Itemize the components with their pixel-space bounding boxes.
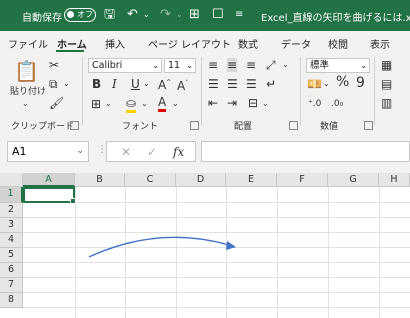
paste-dropdown-icon[interactable]: ⌄	[22, 97, 29, 111]
underline-button[interactable]: U	[131, 77, 140, 91]
number-launcher-icon[interactable]	[364, 121, 373, 130]
tab-review[interactable]: 校閲	[328, 36, 348, 51]
merge-dropdown-icon[interactable]: ⌄	[262, 97, 269, 111]
align-right-icon[interactable]: ☰	[246, 77, 257, 91]
customize-toolbar-icon[interactable]: ≡	[235, 7, 243, 23]
undo-icon[interactable]: ↶	[127, 7, 138, 23]
autosave-label: 自動保存	[22, 13, 62, 24]
title-bar: 自動保存 オフ 🖫 ↶ ⌄ ↷ ⌄ ⊞ ☐ ≡ Excel_直線の矢印を曲げるに…	[0, 0, 410, 31]
shrink-font-icon[interactable]: Aˇ	[177, 77, 188, 93]
name-box[interactable]: A1 ⌄	[7, 141, 89, 162]
number-format-value: 標準	[310, 60, 330, 71]
formula-buttons: ✕ ✓ fx	[106, 141, 196, 162]
borders-icon[interactable]: ⊞	[91, 97, 101, 111]
orientation-icon[interactable]: ⤢	[266, 58, 276, 72]
font-name-value: Calibri	[92, 60, 123, 71]
tab-page-layout[interactable]: ページ レイアウト	[148, 36, 231, 51]
alignment-launcher-icon[interactable]	[289, 121, 298, 130]
accounting-format-icon[interactable]: 💴	[307, 77, 322, 91]
decrease-indent-icon[interactable]: ⇤	[208, 96, 218, 110]
tab-data[interactable]: データ	[281, 36, 311, 51]
arrowhead	[226, 241, 236, 250]
bold-button[interactable]: B	[92, 77, 101, 91]
italic-button[interactable]: I	[112, 77, 117, 91]
ribbon: 📋 貼り付け ⌄ ✂ ⧉ ⌄ 🖌 クリップボード Calibri ⌄ 11 ⌄ …	[0, 53, 410, 132]
toggle-state-label: オフ	[77, 10, 93, 19]
redo-icon[interactable]: ↷	[160, 7, 171, 23]
cut-icon[interactable]: ✂	[49, 58, 59, 72]
toggle-knob	[67, 11, 74, 18]
font-size-select[interactable]: 11 ⌄	[164, 58, 196, 73]
wrap-text-icon[interactable]: ↵	[266, 77, 276, 91]
fill-color-dropdown-icon[interactable]: ⌄	[141, 97, 148, 111]
tab-file[interactable]: ファイル	[8, 36, 48, 51]
tab-insert[interactable]: 挿入	[105, 36, 125, 51]
merge-center-icon[interactable]: ⊟	[248, 96, 258, 110]
percent-style-button[interactable]: %	[336, 75, 349, 89]
enter-icon[interactable]: ✓	[147, 144, 157, 160]
autosave-toggle[interactable]: オフ	[64, 8, 96, 22]
increase-decimal-icon[interactable]: ⁺.0	[308, 97, 321, 111]
tab-home[interactable]: ホーム	[57, 36, 87, 51]
accounting-dropdown-icon[interactable]: ⌄	[323, 77, 330, 91]
worksheet-grid[interactable]: A B C D E F G H 1 2 3 4 5 6 7 8	[0, 173, 410, 318]
chevron-down-icon: ⌄	[152, 61, 159, 70]
redo-dropdown-icon[interactable]: ⌄	[176, 7, 183, 23]
fill-color-icon[interactable]: ⛀	[126, 96, 137, 113]
cancel-icon[interactable]: ✕	[121, 144, 131, 160]
curved-arrow-line[interactable]	[88, 236, 230, 258]
group-divider	[82, 57, 83, 125]
top-align-icon[interactable]: ≡	[208, 58, 218, 72]
clipboard-launcher-icon[interactable]	[70, 121, 79, 130]
align-center-icon[interactable]: ☰	[227, 77, 238, 91]
bottom-align-icon[interactable]: ≡	[246, 58, 256, 72]
document-title: Excel_直線の矢印を曲げるには.xlsx	[261, 13, 410, 24]
cell-styles-icon[interactable]: ▥	[381, 96, 392, 110]
formula-bar-area: A1 ⌄ ⋮ ✕ ✓ fx	[0, 131, 410, 173]
formula-input[interactable]	[201, 141, 410, 162]
tab-formulas[interactable]: 数式	[238, 36, 258, 51]
paste-icon[interactable]: 📋	[14, 59, 39, 83]
touch-mode-icon[interactable]: ☐	[212, 7, 224, 23]
format-as-table-icon[interactable]: ▤	[381, 77, 392, 91]
group-divider	[201, 57, 202, 125]
increase-indent-icon[interactable]: ⇥	[227, 96, 237, 110]
number-format-select[interactable]: 標準 ⌄	[306, 58, 370, 73]
tab-view[interactable]: 表示	[370, 36, 390, 51]
align-left-icon[interactable]: ☰	[208, 77, 219, 91]
active-tab-indicator	[56, 50, 84, 52]
curved-arrow-shape[interactable]	[0, 173, 410, 318]
decrease-decimal-icon[interactable]: .0₀	[331, 97, 343, 111]
group-divider	[374, 57, 375, 125]
group-divider	[300, 57, 301, 125]
borders-dropdown-icon[interactable]: ⌄	[105, 97, 112, 111]
font-launcher-icon[interactable]	[190, 121, 199, 130]
chevron-down-icon: ⌄	[360, 61, 367, 70]
font-color-icon[interactable]: A	[158, 95, 167, 112]
font-color-dropdown-icon[interactable]: ⌄	[172, 97, 179, 111]
chevron-down-icon: ⌄	[76, 146, 84, 156]
insert-function-button[interactable]: fx	[173, 144, 184, 160]
format-painter-icon[interactable]: 🖌	[49, 96, 64, 110]
underline-dropdown-icon[interactable]: ⌄	[143, 77, 150, 91]
name-box-value: A1	[12, 145, 27, 158]
font-name-select[interactable]: Calibri ⌄	[88, 58, 162, 73]
grow-font-icon[interactable]: A^	[158, 76, 171, 92]
comma-style-icon[interactable]: 9	[356, 76, 365, 90]
orientation-dropdown-icon[interactable]: ⌄	[282, 58, 289, 72]
excel-grid-icon[interactable]: ⊞	[189, 7, 200, 23]
save-icon[interactable]: 🖫	[104, 7, 115, 23]
copy-icon[interactable]: ⧉	[49, 77, 58, 91]
chevron-down-icon: ⌄	[186, 61, 193, 70]
font-size-value: 11	[168, 60, 181, 71]
middle-align-icon[interactable]: ≡	[227, 58, 238, 72]
copy-dropdown-icon[interactable]: ⌄	[63, 77, 70, 91]
undo-dropdown-icon[interactable]: ⌄	[143, 7, 150, 23]
conditional-formatting-icon[interactable]: ▦	[381, 58, 392, 72]
